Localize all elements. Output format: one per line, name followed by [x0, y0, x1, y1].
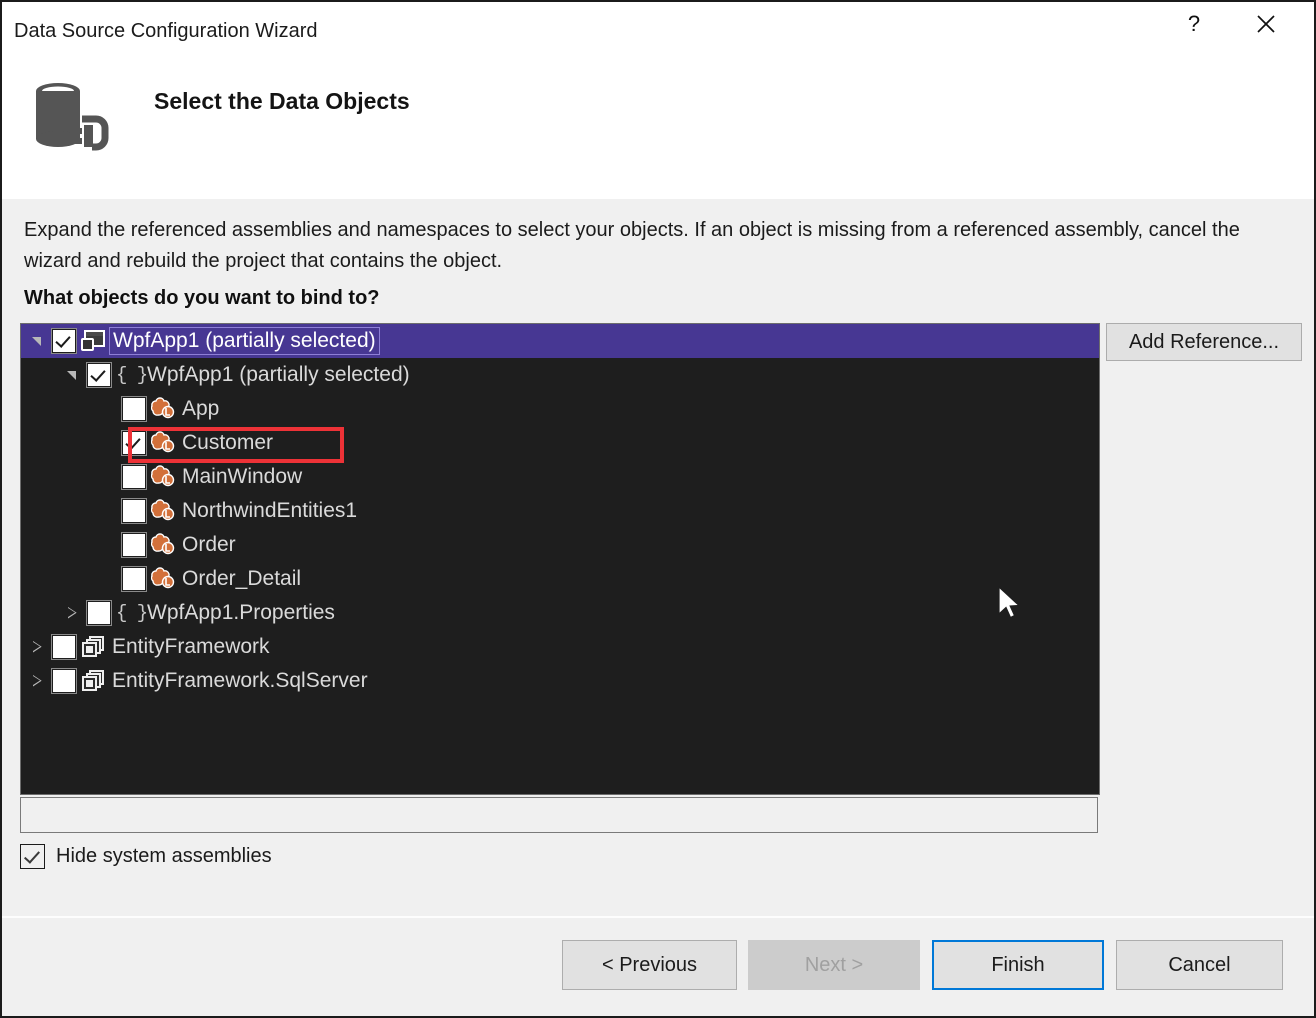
- class-icon: [151, 465, 177, 489]
- tree-item-label: EntityFramework: [112, 635, 270, 659]
- tree-item-checkbox[interactable]: [52, 669, 76, 693]
- tree-rows-container: WpfApp1 (partially selected){ }WpfApp1 (…: [21, 324, 1099, 698]
- tree-item-entityframework-sqlserver[interactable]: EntityFramework.SqlServer: [21, 664, 1099, 698]
- tree-item-app[interactable]: App: [21, 392, 1099, 426]
- add-reference-button[interactable]: Add Reference...: [1106, 323, 1302, 361]
- namespace-icon: { }: [116, 601, 142, 625]
- class-icon: [151, 533, 177, 557]
- tree-item-order[interactable]: Order: [21, 528, 1099, 562]
- class-icon: [151, 567, 177, 591]
- title-bar: Data Source Configuration Wizard ?: [2, 2, 1314, 62]
- tree-item-checkbox[interactable]: [122, 567, 146, 591]
- project-icon: [81, 329, 107, 353]
- tree-item-checkbox[interactable]: [122, 533, 146, 557]
- tree-item-label: WpfApp1.Properties: [147, 601, 335, 625]
- tree-item-checkbox[interactable]: [122, 465, 146, 489]
- cancel-button[interactable]: Cancel: [1116, 940, 1283, 990]
- question-label: What objects do you want to bind to?: [24, 287, 380, 310]
- namespace-icon: { }: [116, 363, 142, 387]
- chevron-down-icon[interactable]: [31, 335, 44, 348]
- assembly-icon: [81, 635, 107, 659]
- tree-item-label: Order_Detail: [182, 567, 301, 591]
- hide-system-assemblies-checkbox[interactable]: [20, 844, 45, 869]
- tree-item-label: Order: [182, 533, 236, 557]
- close-button[interactable]: [1242, 2, 1290, 46]
- hide-system-assemblies-label: Hide system assemblies: [56, 845, 272, 868]
- chevron-right-icon[interactable]: [66, 607, 79, 620]
- class-icon: [151, 431, 177, 455]
- tree-item-checkbox[interactable]: [52, 329, 76, 353]
- chevron-right-icon[interactable]: [31, 675, 44, 688]
- tree-item-order-detail[interactable]: Order_Detail: [21, 562, 1099, 596]
- finish-button[interactable]: Finish: [932, 940, 1104, 990]
- tree-item-label: App: [182, 397, 219, 421]
- data-objects-tree[interactable]: WpfApp1 (partially selected){ }WpfApp1 (…: [20, 323, 1100, 795]
- question-mark-icon: ?: [1188, 13, 1200, 35]
- tree-item-checkbox[interactable]: [122, 431, 146, 455]
- assembly-icon: [81, 669, 107, 693]
- previous-button[interactable]: < Previous: [562, 940, 737, 990]
- help-button[interactable]: ?: [1170, 2, 1218, 46]
- tree-item-wpfapp1-partially-selected[interactable]: { }WpfApp1 (partially selected): [21, 358, 1099, 392]
- tree-item-label: MainWindow: [182, 465, 302, 489]
- footer-button-bar: < Previous Next > Finish Cancel: [2, 916, 1314, 1018]
- database-connection-icon: [32, 75, 124, 157]
- instruction-text: Expand the referenced assemblies and nam…: [24, 215, 1264, 277]
- tree-item-checkbox[interactable]: [122, 499, 146, 523]
- dialog-body: Expand the referenced assemblies and nam…: [2, 199, 1314, 916]
- tree-item-checkbox[interactable]: [87, 363, 111, 387]
- tree-item-wpfapp1-properties[interactable]: { }WpfApp1.Properties: [21, 596, 1099, 630]
- tree-item-mainwindow[interactable]: MainWindow: [21, 460, 1099, 494]
- tree-item-checkbox[interactable]: [52, 635, 76, 659]
- chevron-right-icon[interactable]: [31, 641, 44, 654]
- hide-system-assemblies-row[interactable]: Hide system assemblies: [20, 844, 272, 869]
- tree-item-label: NorthwindEntities1: [182, 499, 357, 523]
- status-input[interactable]: [20, 797, 1098, 833]
- tree-item-label: Customer: [182, 431, 273, 455]
- tree-item-checkbox[interactable]: [87, 601, 111, 625]
- tree-item-customer[interactable]: Customer: [21, 426, 1099, 460]
- chevron-down-icon[interactable]: [66, 369, 79, 382]
- tree-item-northwindentities1[interactable]: NorthwindEntities1: [21, 494, 1099, 528]
- tree-item-label: WpfApp1 (partially selected): [147, 363, 410, 387]
- close-icon: [1254, 12, 1278, 36]
- class-icon: [151, 499, 177, 523]
- tree-item-wpfapp1-partially-selected[interactable]: WpfApp1 (partially selected): [21, 324, 1099, 358]
- next-button: Next >: [748, 940, 920, 990]
- window-title: Data Source Configuration Wizard: [14, 20, 317, 43]
- header-band: Select the Data Objects: [2, 62, 1314, 199]
- tree-item-label: WpfApp1 (partially selected): [109, 327, 380, 355]
- page-title: Select the Data Objects: [154, 88, 410, 115]
- class-icon: [151, 397, 177, 421]
- tree-item-entityframework[interactable]: EntityFramework: [21, 630, 1099, 664]
- data-source-configuration-wizard-dialog: Data Source Configuration Wizard ? Selec…: [0, 0, 1316, 1018]
- tree-item-label: EntityFramework.SqlServer: [112, 669, 368, 693]
- tree-item-checkbox[interactable]: [122, 397, 146, 421]
